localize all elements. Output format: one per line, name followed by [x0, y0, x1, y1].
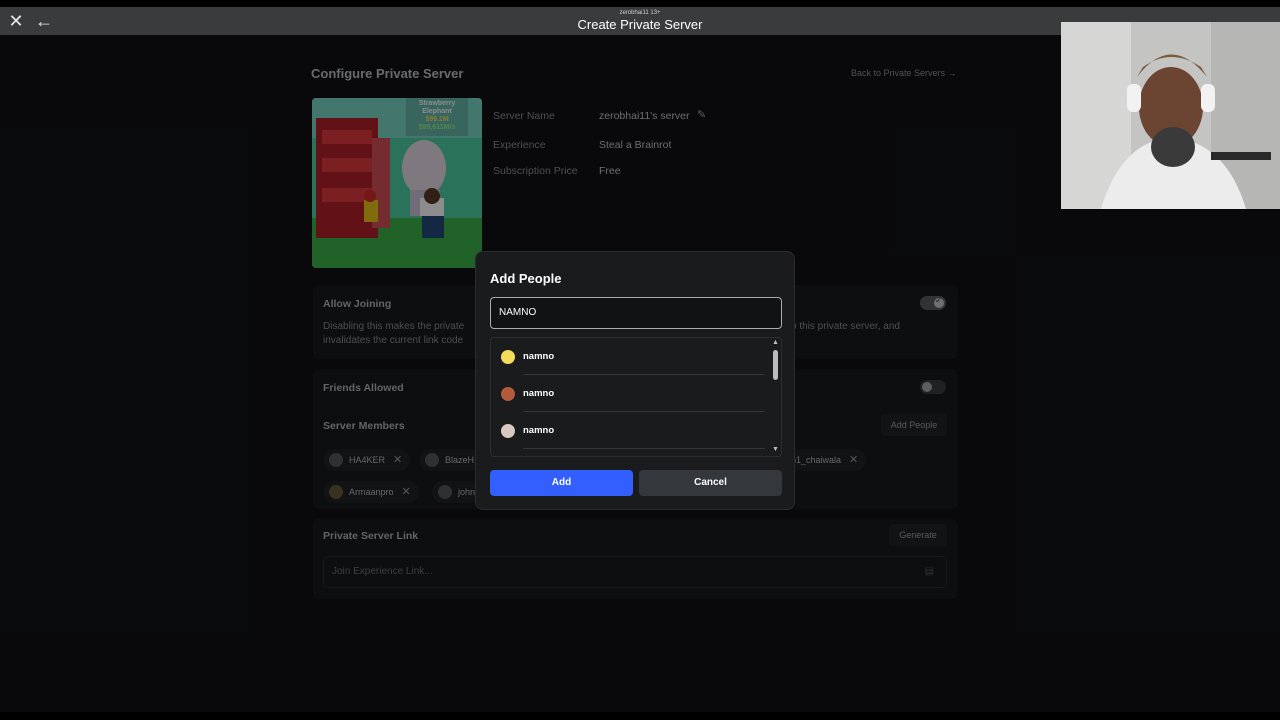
results-scrollbar[interactable]: ▲ ▼ [770, 338, 781, 456]
result-name: namno [523, 388, 555, 399]
dialog-title: Add People [490, 271, 562, 286]
username-label: zerobhai11 13+ [619, 10, 661, 16]
add-people-dialog: Add People NAMNO namno namno namno ▲ ▼ A… [475, 251, 795, 510]
cancel-button[interactable]: Cancel [639, 470, 782, 496]
search-result-item[interactable]: namno [491, 338, 771, 375]
scroll-up-icon[interactable]: ▲ [772, 339, 779, 346]
scroll-thumb[interactable] [773, 350, 778, 380]
divider [523, 448, 765, 449]
result-name: namno [523, 425, 555, 436]
search-input[interactable]: NAMNO [490, 297, 782, 329]
avatar [501, 424, 515, 438]
add-button[interactable]: Add [490, 470, 633, 496]
search-results-list: namno namno namno ▲ ▼ [490, 337, 782, 457]
search-result-item[interactable]: namno [491, 412, 771, 449]
result-name: namno [523, 351, 555, 362]
app-window: ✕ ← zerobhai11 13+ Create Private Server… [0, 7, 1280, 712]
avatar [501, 350, 515, 364]
search-result-item[interactable]: namno [491, 375, 771, 412]
avatar [501, 387, 515, 401]
webcam-overlay [1061, 22, 1280, 209]
scroll-down-icon[interactable]: ▼ [772, 446, 779, 453]
